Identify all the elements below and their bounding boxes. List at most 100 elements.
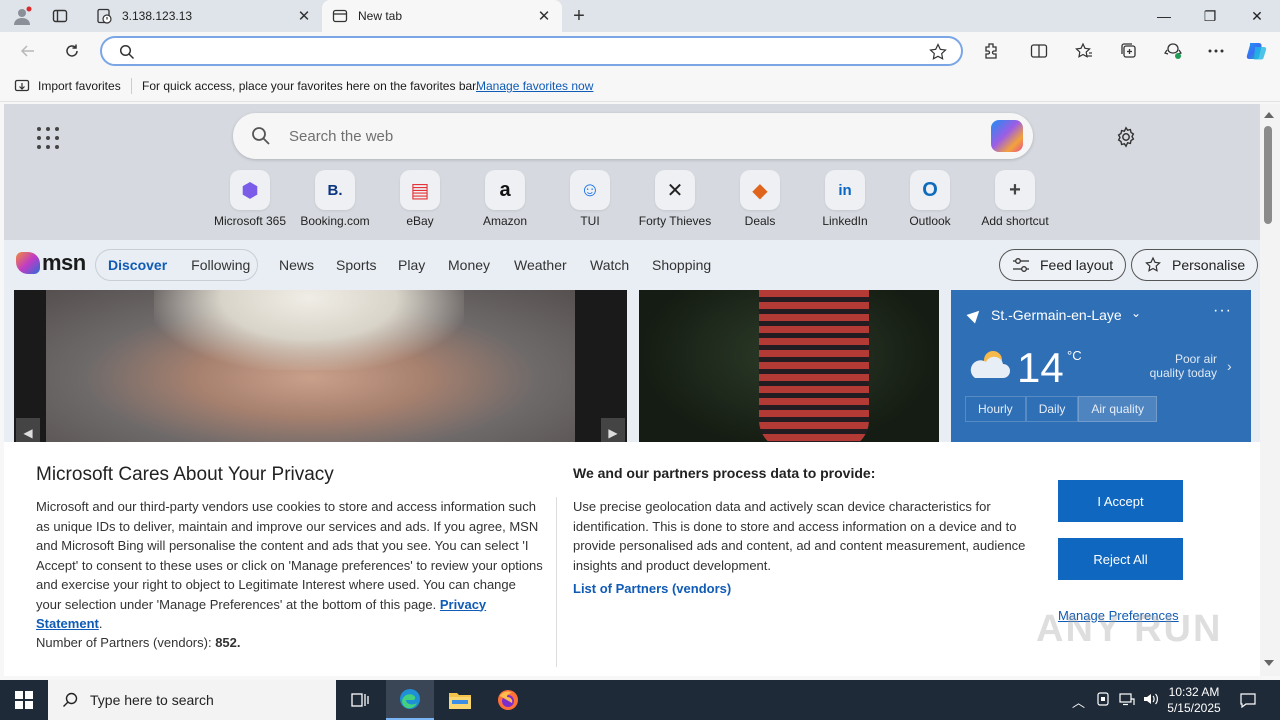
shortcut-label: Deals xyxy=(744,214,776,228)
accept-button[interactable]: I Accept xyxy=(1058,480,1183,522)
weather-temperature: 14 xyxy=(1017,344,1064,391)
nav-news[interactable]: News xyxy=(279,257,314,273)
shortcut-tui[interactable]: ☺ TUI xyxy=(550,170,630,228)
close-tab-icon[interactable]: ✕ xyxy=(296,7,312,25)
page-scrollbar[interactable] xyxy=(1260,104,1280,676)
favorites-icon[interactable] xyxy=(1072,39,1096,63)
nav-watch[interactable]: Watch xyxy=(590,257,629,273)
edge-taskbar-icon[interactable] xyxy=(386,680,434,720)
ebay-icon: ▤ xyxy=(400,170,440,210)
air-quality-summary[interactable]: Poor air quality today xyxy=(1137,352,1217,380)
restore-button[interactable]: ❐ xyxy=(1187,0,1233,32)
shortcut-forty-thieves[interactable]: ✕ Forty Thieves xyxy=(635,170,715,228)
news-card-main[interactable]: ◀ ▶ xyxy=(14,290,627,450)
shortcut-outlook[interactable]: O Outlook xyxy=(890,170,970,228)
shortcut-linkedin[interactable]: in LinkedIn xyxy=(805,170,885,228)
shortcut-label: Add shortcut xyxy=(981,214,1049,228)
nav-weather[interactable]: Weather xyxy=(514,257,567,273)
list-of-partners-link[interactable]: List of Partners (vendors) xyxy=(573,581,731,596)
address-bar[interactable] xyxy=(100,36,963,66)
browser-essentials-icon[interactable] xyxy=(1161,39,1185,63)
reject-all-button[interactable]: Reject All xyxy=(1058,538,1183,580)
web-search-box[interactable]: Search the web xyxy=(233,113,1033,159)
tab-remote-host[interactable]: 3.138.123.13 ✕ xyxy=(86,0,322,32)
clock-date: 5/15/2025 xyxy=(1167,701,1221,715)
network-icon[interactable] xyxy=(1119,692,1135,709)
manage-favorites-link[interactable]: Manage favorites now xyxy=(476,79,593,93)
tab-following[interactable]: Following xyxy=(191,257,250,273)
profile-avatar-icon[interactable] xyxy=(11,5,33,27)
shortcut-booking[interactable]: B. Booking.com xyxy=(295,170,375,228)
booking-icon: B. xyxy=(315,170,355,210)
nav-shopping[interactable]: Shopping xyxy=(652,257,711,273)
nav-play[interactable]: Play xyxy=(398,257,425,273)
shortcut-ebay[interactable]: ▤ eBay xyxy=(380,170,460,228)
chevron-right-icon[interactable]: › xyxy=(1227,358,1232,374)
close-tab-icon[interactable]: ✕ xyxy=(536,7,552,25)
news-card-secondary[interactable] xyxy=(639,290,939,450)
tab-hourly[interactable]: Hourly xyxy=(965,396,1026,422)
nav-sports[interactable]: Sports xyxy=(336,257,376,273)
tab-air-quality[interactable]: Air quality xyxy=(1078,396,1158,422)
news-photo xyxy=(759,290,869,450)
tab-new-tab[interactable]: New tab ✕ xyxy=(322,0,562,32)
system-clock[interactable]: 10:32 AM 5/15/2025 xyxy=(1164,684,1224,716)
web-search-input[interactable]: Search the web xyxy=(289,128,393,145)
feed-layout-button[interactable]: Feed layout xyxy=(999,249,1127,281)
copilot-search-icon[interactable] xyxy=(991,120,1023,152)
tray-overflow-chevron-icon[interactable]: ︿ xyxy=(1072,692,1085,711)
partners-count: 852. xyxy=(215,635,241,650)
shortcut-deals[interactable]: ◆ Deals xyxy=(720,170,800,228)
tab-actions-icon[interactable] xyxy=(49,5,71,27)
favorite-star-icon[interactable] xyxy=(929,43,947,61)
volume-icon[interactable] xyxy=(1143,692,1159,709)
more-options-icon[interactable] xyxy=(1204,39,1228,63)
file-explorer-icon[interactable] xyxy=(436,680,484,720)
split-screen-icon[interactable] xyxy=(1027,39,1051,63)
watermark: ANY RUN xyxy=(1036,608,1223,650)
copilot-icon[interactable] xyxy=(1245,39,1269,63)
close-window-button[interactable]: ✕ xyxy=(1234,0,1280,32)
minimize-button[interactable]: — xyxy=(1141,0,1187,32)
scroll-thumb[interactable] xyxy=(1264,126,1272,224)
personalise-button[interactable]: Personalise xyxy=(1131,249,1259,281)
shortcut-label: LinkedIn xyxy=(822,214,868,228)
nav-money[interactable]: Money xyxy=(448,257,490,273)
app-launcher-icon[interactable] xyxy=(37,127,59,149)
shortcut-label: TUI xyxy=(580,214,600,228)
tab-discover[interactable]: Discover xyxy=(108,257,167,273)
feed-segment-control: Discover Following xyxy=(95,249,258,281)
tab-daily[interactable]: Daily xyxy=(1025,396,1079,422)
favorites-bar: Import favorites For quick access, place… xyxy=(0,70,1280,102)
weather-location[interactable]: St.-Germain-en-Laye xyxy=(991,307,1122,323)
collections-icon[interactable] xyxy=(1117,39,1141,63)
new-tab-button[interactable]: + xyxy=(568,5,590,27)
search-icon xyxy=(63,692,78,707)
privacy-body-text: Microsoft and our third-party vendors us… xyxy=(36,499,543,612)
chevron-down-icon[interactable]: ⌄ xyxy=(1131,306,1141,320)
import-favorites-button[interactable]: Import favorites xyxy=(14,78,121,94)
tui-icon: ☺ xyxy=(570,170,610,210)
shortcut-label: Forty Thieves xyxy=(638,214,712,228)
scroll-up-icon[interactable] xyxy=(1264,112,1274,118)
start-button[interactable] xyxy=(0,680,48,720)
shortcut-amazon[interactable]: a Amazon xyxy=(465,170,545,228)
notifications-icon[interactable] xyxy=(1240,692,1256,711)
taskbar-search-box[interactable]: Type here to search xyxy=(48,680,336,720)
refresh-icon[interactable] xyxy=(59,38,85,64)
weather-card[interactable]: St.-Germain-en-Laye ⌄ ··· 14 °C Poor air… xyxy=(951,290,1251,450)
scroll-down-icon[interactable] xyxy=(1264,660,1274,666)
page-settings-gear-icon[interactable] xyxy=(1115,126,1137,148)
shortcut-add[interactable]: + Add shortcut xyxy=(975,170,1055,228)
tray-device-icon[interactable] xyxy=(1096,692,1110,709)
back-arrow-icon[interactable] xyxy=(15,38,41,64)
shortcut-microsoft-365[interactable]: ⬢ Microsoft 365 xyxy=(210,170,290,228)
task-view-icon[interactable] xyxy=(336,680,384,720)
msn-logo[interactable]: msn xyxy=(16,250,86,276)
dialog-divider xyxy=(556,497,557,667)
firefox-icon[interactable] xyxy=(484,680,532,720)
more-options-icon[interactable]: ··· xyxy=(1213,302,1232,320)
extensions-icon[interactable] xyxy=(979,39,1003,63)
privacy-title: Microsoft Cares About Your Privacy xyxy=(36,464,334,485)
title-bar: 3.138.123.13 ✕ New tab ✕ + — ❐ ✕ xyxy=(0,0,1280,32)
